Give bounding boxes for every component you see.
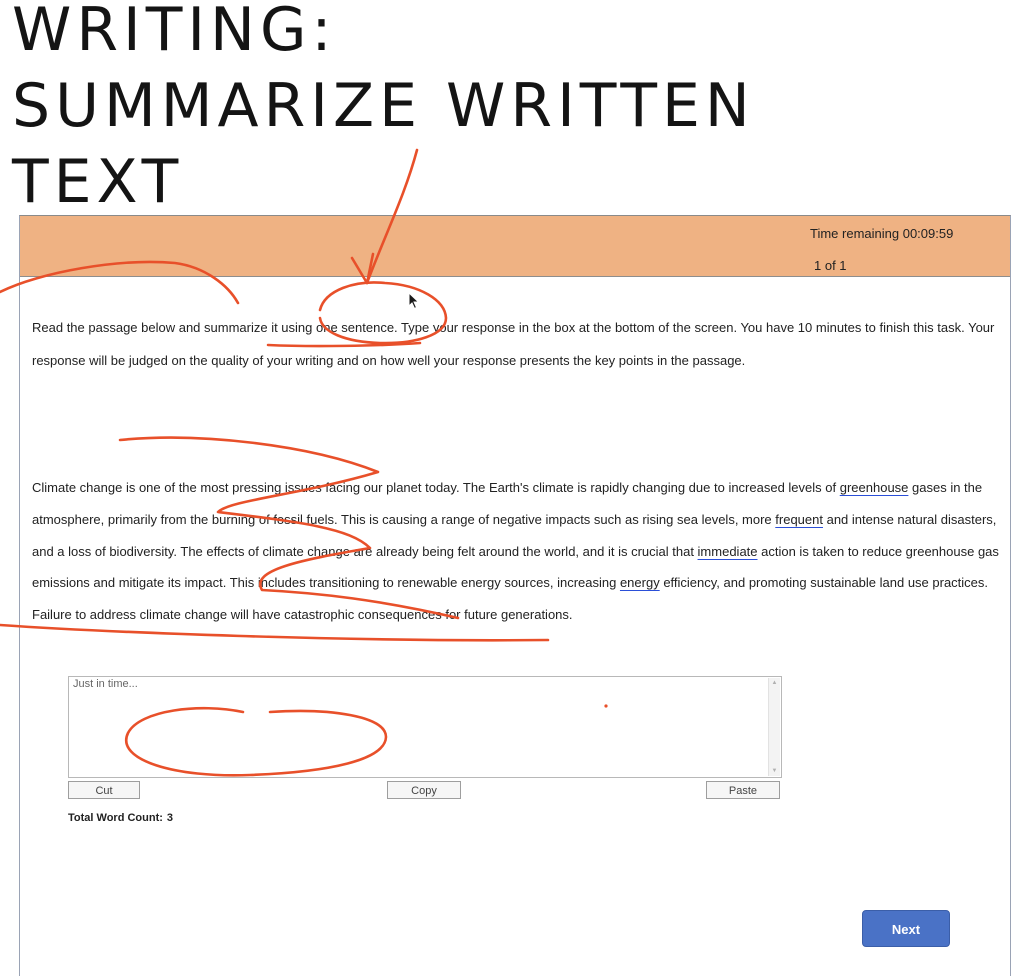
copy-button[interactable]: Copy <box>387 781 461 799</box>
reading-passage: Climate change is one of the most pressi… <box>32 472 1007 631</box>
spellcheck-word-frequent: frequent <box>775 511 823 527</box>
test-window: Time remaining 00:09:59 1 of 1 Read the … <box>19 215 1011 976</box>
spellcheck-word-greenhouse: greenhouse <box>839 480 909 495</box>
slide-title-line-3: TEXT <box>12 147 184 217</box>
time-remaining: Time remaining 00:09:59 <box>810 226 954 241</box>
scroll-up-arrow-icon[interactable]: ▲ <box>769 678 780 688</box>
cut-button[interactable]: Cut <box>68 781 140 799</box>
paste-button[interactable]: Paste <box>706 781 780 799</box>
word-count-value: 3 <box>166 812 174 824</box>
word-count-label: Total Word Count: <box>68 812 163 824</box>
scroll-down-arrow-icon[interactable]: ▼ <box>769 766 780 776</box>
slide-title-line-1: WRITING: <box>12 0 337 65</box>
response-text: Just in time... <box>73 678 138 690</box>
response-scrollbar[interactable]: ▲ ▼ <box>768 678 780 776</box>
task-instruction: Read the passage below and summarize it … <box>32 320 995 368</box>
test-header-bar: Time remaining 00:09:59 1 of 1 <box>20 216 1010 277</box>
next-button[interactable]: Next <box>862 910 950 947</box>
page-indicator: 1 of 1 <box>814 258 847 273</box>
passage-text: Climate change is one of the most pressi… <box>32 480 840 495</box>
spellcheck-word-energy: energy <box>619 575 660 591</box>
mouse-pointer-icon <box>408 292 420 310</box>
spellcheck-word-immediate: immediate <box>697 543 758 559</box>
slide-title-line-2: SUMMARIZE WRITTEN <box>12 71 755 141</box>
word-count: Total Word Count: 3 <box>68 812 173 824</box>
response-textarea[interactable]: Just in time... ▲ ▼ <box>68 676 782 778</box>
